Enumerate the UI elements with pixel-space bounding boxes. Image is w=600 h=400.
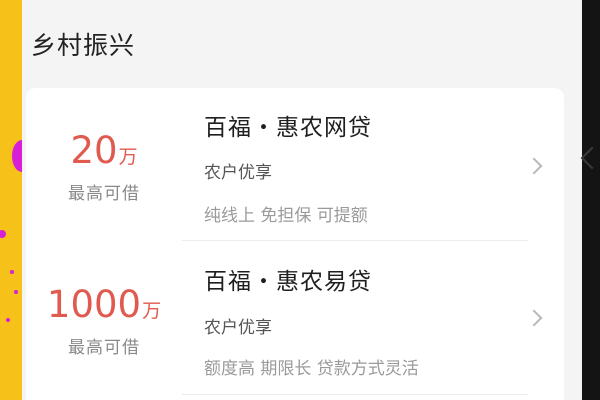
- amount-unit: 万: [142, 300, 162, 322]
- decorative-dot: [10, 270, 14, 274]
- loan-name: 百福・惠农易贷: [204, 269, 372, 295]
- loan-tag: 农户优享: [204, 163, 272, 183]
- chevron-right-icon[interactable]: [525, 309, 543, 327]
- section-title: 乡村振兴: [31, 31, 136, 60]
- right-screen-edge: [582, 0, 600, 400]
- loan-name: 百福・惠农网贷: [204, 115, 372, 141]
- max-amount-block: 20万 最高可借: [26, 132, 182, 204]
- chevron-right-icon[interactable]: [525, 157, 543, 175]
- loan-tag: 农户优享: [204, 318, 272, 338]
- max-amount-block: 1000万 最高可借: [26, 286, 182, 358]
- decorative-dot: [12, 140, 22, 172]
- divider: [182, 394, 528, 395]
- app-screen: 乡村振兴 20万 最高可借 百福・惠农网贷 农户优享 纯线上 免担保 可提额 1…: [22, 0, 582, 400]
- loan-item-huinong-wangdai[interactable]: 20万 最高可借 百福・惠农网贷 农户优享 纯线上 免担保 可提额: [26, 88, 564, 238]
- decorative-dot: [6, 318, 10, 322]
- max-amount-label: 最高可借: [68, 184, 140, 204]
- left-banner-edge: [0, 0, 22, 400]
- amount-value: 20: [70, 129, 118, 172]
- decorative-dot: [14, 290, 18, 294]
- amount-unit: 万: [118, 146, 138, 168]
- loan-description: 额度高 期限长 贷款方式灵活: [204, 359, 419, 379]
- max-amount: 1000万: [26, 286, 182, 323]
- decorative-dot: [0, 230, 6, 238]
- loan-card: 20万 最高可借 百福・惠农网贷 农户优享 纯线上 免担保 可提额 1000万 …: [26, 88, 564, 400]
- max-amount: 20万: [26, 132, 182, 169]
- max-amount-label: 最高可借: [68, 338, 140, 358]
- loan-description: 纯线上 免担保 可提额: [204, 206, 368, 226]
- loan-item-huinong-yidai[interactable]: 1000万 最高可借 百福・惠农易贷 农户优享 额度高 期限长 贷款方式灵活: [26, 240, 564, 390]
- amount-value: 1000: [46, 283, 142, 326]
